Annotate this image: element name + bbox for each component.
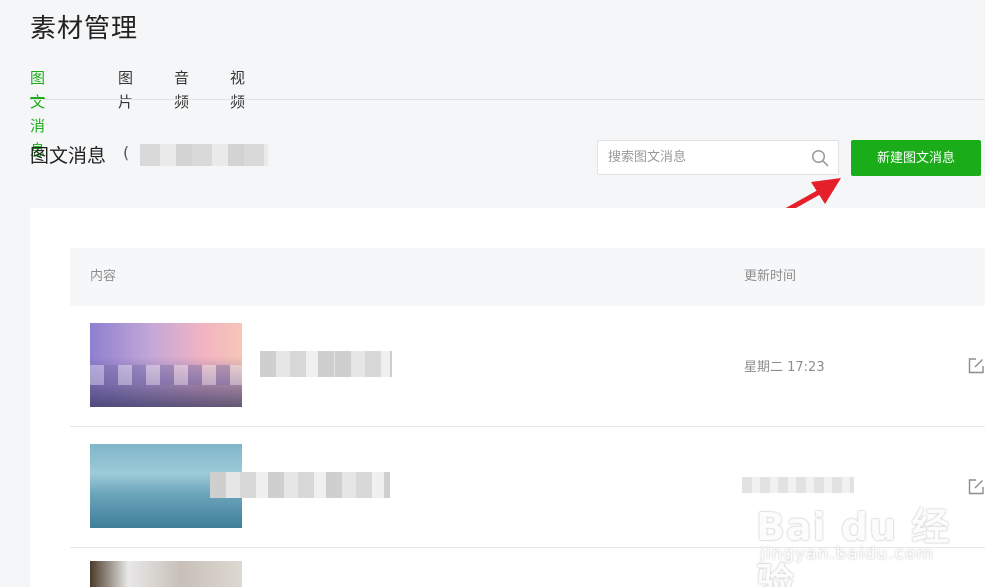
- column-content: 内容: [90, 269, 117, 284]
- watermark-url: jingyan.baidu.com: [760, 544, 934, 564]
- redacted-count: [140, 144, 268, 166]
- new-article-button[interactable]: 新建图文消息: [851, 140, 981, 176]
- table-header: 内容 更新时间: [70, 248, 985, 306]
- material-management-page: 素材管理 图文消息 图片 音频 视频 图文消息 ( 新建图文消息 内容 更新时间…: [0, 0, 985, 587]
- table-row[interactable]: 星期二 17:23: [70, 306, 985, 427]
- page-title: 素材管理: [30, 14, 139, 44]
- section-count: (: [123, 143, 130, 162]
- tab-video[interactable]: 视频: [230, 66, 245, 111]
- watermark-logo: Bai du 经验: [756, 505, 951, 587]
- row-updated-time: 星期二 17:23: [744, 360, 825, 375]
- tab-articles[interactable]: 图文消息: [30, 66, 46, 159]
- article-cover-image: [90, 561, 242, 587]
- baidu-jingyan-watermark: Bai du 经验 jingyan.baidu.com: [752, 496, 985, 587]
- tab-audio[interactable]: 音频: [174, 66, 189, 111]
- edit-icon[interactable]: [967, 357, 985, 375]
- tab-images[interactable]: 图片: [118, 66, 133, 111]
- section-title: 图文消息: [30, 145, 107, 167]
- column-updated: 更新时间: [744, 269, 797, 284]
- edit-icon[interactable]: [967, 478, 985, 496]
- redacted-title: [210, 472, 390, 498]
- redacted-time: [742, 477, 854, 493]
- article-cover-image: [90, 323, 242, 407]
- tabs-divider: [30, 99, 985, 100]
- search-icon[interactable]: [811, 149, 829, 167]
- redacted-title: [335, 351, 390, 377]
